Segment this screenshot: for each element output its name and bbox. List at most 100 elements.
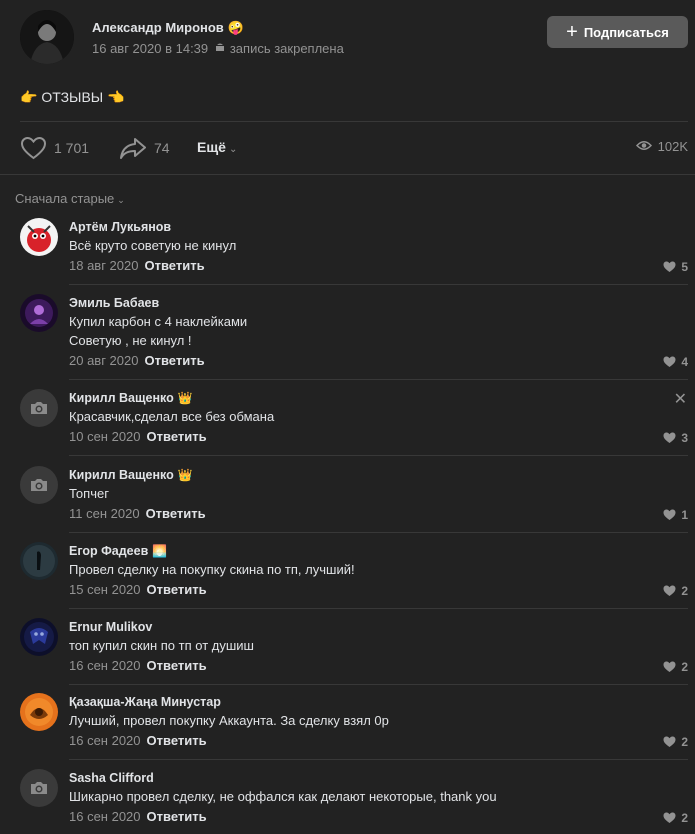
comment-text: Лучший, провел покупку Аккаунта. За сдел… <box>69 713 389 728</box>
share-button[interactable]: 74 <box>119 134 170 162</box>
comment-like-count: 2 <box>681 584 688 598</box>
comment-like-count: 1 <box>681 508 688 522</box>
comment-meta: 20 авг 2020 Ответить <box>69 353 205 368</box>
comment-text: Красавчик,сделал все без обмана <box>69 409 275 424</box>
comment-text: Всё круто советую не кинул <box>69 238 237 253</box>
comment-meta: 16 сен 2020 Ответить <box>69 658 207 673</box>
reply-button[interactable]: Ответить <box>147 733 207 748</box>
comment-like-button[interactable]: 2 <box>663 660 688 674</box>
commenter-name[interactable]: Эмиль Бабаев <box>69 296 159 310</box>
chevron-down-icon: ⌄ <box>228 144 238 155</box>
commenter-avatar[interactable] <box>20 218 58 256</box>
commenter-avatar[interactable] <box>20 542 58 580</box>
comment-date[interactable]: 16 сен 2020 <box>69 658 141 673</box>
comment-like-button[interactable]: 4 <box>663 355 688 369</box>
comment-like-button[interactable]: 2 <box>663 584 688 598</box>
comment-date[interactable]: 20 авг 2020 <box>69 353 138 368</box>
comment-text: Купил карбон с 4 наклейками <box>69 314 248 329</box>
comment-date[interactable]: 11 сен 2020 <box>69 506 140 521</box>
heart-icon <box>663 261 676 272</box>
commenter-name-text[interactable]: Кирилл Ващенко <box>69 391 174 405</box>
sort-label: Сначала старые <box>15 191 115 206</box>
reply-button[interactable]: Ответить <box>144 258 204 273</box>
commenter-avatar[interactable] <box>20 693 58 731</box>
views-counter: 102K <box>635 139 688 154</box>
comment-date[interactable]: 15 сен 2020 <box>69 582 141 597</box>
comment-meta: 16 сен 2020 Ответить <box>69 733 207 748</box>
reply-button[interactable]: Ответить <box>147 582 207 597</box>
commenter-name[interactable]: Sasha Clifford <box>69 771 154 785</box>
comment-like-button[interactable]: 1 <box>663 508 688 522</box>
commenter-name-text[interactable]: Егор Фадеев <box>69 544 148 558</box>
post-meta: 16 авг 2020 в 14:39 запись закреплена <box>92 41 344 56</box>
author-name[interactable]: Александр Миронов 🤪 <box>92 20 244 36</box>
comment-date[interactable]: 16 сен 2020 <box>69 733 141 748</box>
reply-button[interactable]: Ответить <box>147 658 207 673</box>
reply-button[interactable]: Ответить <box>147 429 207 444</box>
camera-icon[interactable] <box>20 389 58 427</box>
comment-like-count: 3 <box>681 431 688 445</box>
comment-like-button[interactable]: 2 <box>663 811 688 825</box>
commenter-emoji: 👑 <box>177 391 193 405</box>
commenter-name-text[interactable]: Sasha Clifford <box>69 771 154 785</box>
commenter-emoji: 👑 <box>177 468 193 482</box>
subscribe-label: Подписаться <box>583 24 669 40</box>
commenter-name-text[interactable]: Ernur Mulikov <box>69 620 152 634</box>
author-avatar[interactable] <box>20 10 74 64</box>
share-icon <box>119 136 147 160</box>
reply-button[interactable]: Ответить <box>144 353 204 368</box>
commenter-avatar[interactable] <box>20 618 58 656</box>
close-icon[interactable]: ✕ <box>674 389 687 409</box>
like-button[interactable]: 1 701 <box>20 134 89 162</box>
comment-like-button[interactable]: 2 <box>663 735 688 749</box>
divider <box>69 455 688 456</box>
eye-icon <box>635 139 652 154</box>
divider <box>69 284 688 285</box>
post-actions: 1 701 74 Ещё ⌄ 102K <box>0 134 695 164</box>
commenter-avatar[interactable] <box>20 294 58 332</box>
commenter-name[interactable]: Егор Фадеев 🌅 <box>69 544 167 558</box>
post-text: 👉 ОТЗЫВЫ 👈 <box>20 89 125 105</box>
post-header: Александр Миронов 🤪 16 авг 2020 в 14:39 з… <box>0 0 695 70</box>
divider <box>20 121 688 122</box>
camera-icon[interactable] <box>20 769 58 807</box>
android-icon <box>215 43 228 56</box>
heart-icon <box>663 509 676 520</box>
commenter-name-text[interactable]: Артём Лукьянов <box>69 220 171 234</box>
commenter-name[interactable]: Ernur Mulikov <box>69 620 152 634</box>
commenter-name[interactable]: Кирилл Ващенко 👑 <box>69 391 193 405</box>
comment-meta: 18 авг 2020 Ответить <box>69 258 205 273</box>
subscribe-button[interactable]: + Подписаться <box>547 16 688 48</box>
divider <box>69 532 688 533</box>
sort-dropdown[interactable]: Сначала старые ⌄ <box>15 191 125 206</box>
commenter-name[interactable]: Кирилл Ващенко 👑 <box>69 468 193 482</box>
camera-icon[interactable] <box>20 466 58 504</box>
comment-text: Топчег <box>69 486 109 501</box>
views-count: 102K <box>657 139 688 154</box>
heart-icon <box>663 661 676 672</box>
commenter-name[interactable]: Артём Лукьянов <box>69 220 171 234</box>
more-menu[interactable]: Ещё ⌄ <box>197 139 237 155</box>
comment-date[interactable]: 16 сен 2020 <box>69 809 141 824</box>
heart-icon <box>663 736 676 747</box>
reply-button[interactable]: Ответить <box>147 809 207 824</box>
comment-like-button[interactable]: 3 <box>663 431 688 445</box>
pinned-label: запись закреплена <box>229 41 344 56</box>
comment-date[interactable]: 18 авг 2020 <box>69 258 138 273</box>
heart-icon <box>663 432 676 443</box>
comment-like-button[interactable]: 5 <box>663 260 688 274</box>
heart-icon <box>663 356 676 367</box>
post-date[interactable]: 16 авг 2020 в 14:39 <box>92 41 208 56</box>
commenter-name-text[interactable]: Кирилл Ващенко <box>69 468 174 482</box>
author-name-text[interactable]: Александр Миронов <box>92 20 224 35</box>
reply-button[interactable]: Ответить <box>146 506 206 521</box>
plus-icon: + <box>566 21 578 43</box>
commenter-name-text[interactable]: Эмиль Бабаев <box>69 296 159 310</box>
comment-date[interactable]: 10 сен 2020 <box>69 429 141 444</box>
commenter-name[interactable]: Қазақша-Жаңа Минустар <box>69 695 221 709</box>
commenter-name-text[interactable]: Қазақша-Жаңа Минустар <box>69 695 221 709</box>
divider <box>69 759 688 760</box>
comment-like-count: 2 <box>681 811 688 825</box>
comment-meta: 15 сен 2020 Ответить <box>69 582 207 597</box>
comment-text: Советую , не кинул ! <box>69 333 192 348</box>
